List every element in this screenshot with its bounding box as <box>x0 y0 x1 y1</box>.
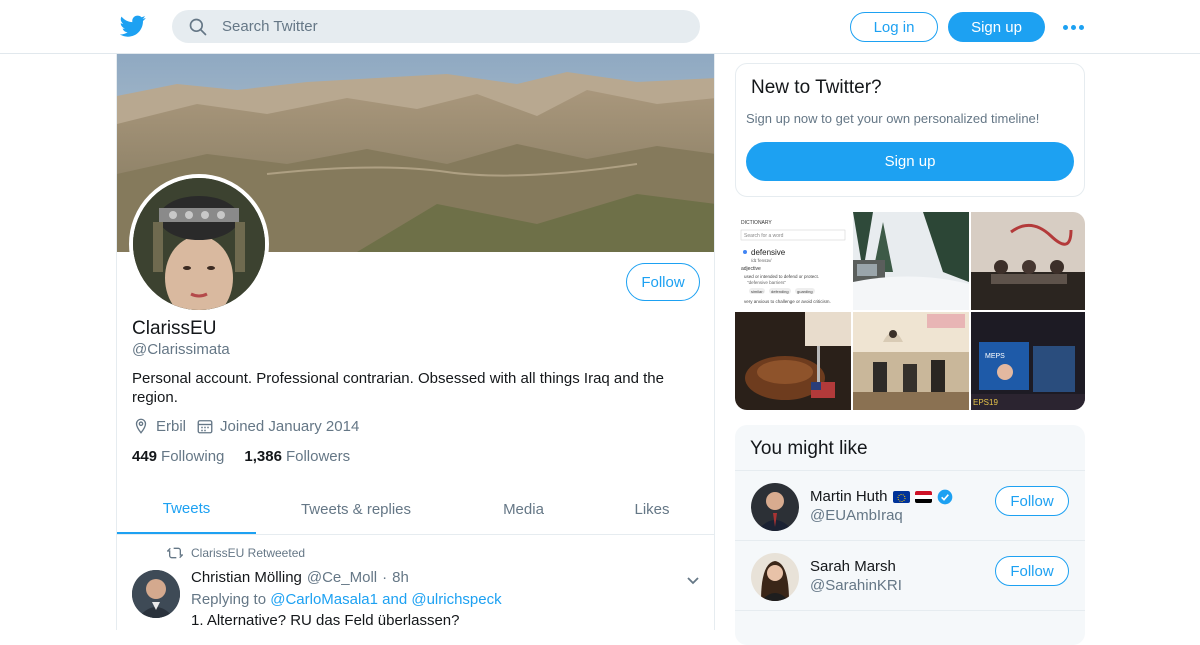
suggestion-handle: @EUAmbIraq <box>810 507 903 524</box>
location-icon <box>135 418 147 434</box>
following-link[interactable]: 449 Following <box>132 448 224 465</box>
retweet-indicator: ClarissEU Retweeted <box>167 546 305 560</box>
suggestion-avatar[interactable] <box>751 483 799 531</box>
profile-name: ClarissEU <box>132 318 217 339</box>
suggestion-handle: @SarahinKRI <box>810 577 902 594</box>
replying-to-line: Replying to @CarloMasala1 and @ulrichspe… <box>191 591 502 608</box>
profile-handle: @Clarissimata <box>132 341 230 358</box>
tweet-text: 1. Alternative? RU das Feld überlassen? <box>191 612 460 629</box>
media-tile-gathering[interactable] <box>853 312 969 410</box>
top-nav-bar: Log in Sign up <box>0 0 1200 54</box>
tweet-item[interactable]: ClarissEU Retweeted Christian Mölling @C… <box>117 536 714 630</box>
tile-event-sign-2: EPS19 <box>973 398 998 407</box>
search-input[interactable] <box>222 18 662 35</box>
iraq-flag-icon <box>914 490 932 503</box>
replying-prefix: Replying to <box>191 591 267 608</box>
tile-dictionary-header: DICTIONARY <box>741 220 772 226</box>
tile-event-sign-1: MEPS <box>985 353 1005 360</box>
suggestion-name-row: Sarah Marsh <box>810 558 896 575</box>
tile-dictionary-example: "defensive barriers" <box>747 280 786 285</box>
tile-dictionary-word: defensive <box>751 248 786 257</box>
suggestion-item[interactable]: Sarah Marsh @SarahinKRI Follow <box>735 541 1085 611</box>
suggestion-follow-button[interactable]: Follow <box>995 556 1069 586</box>
tile-dictionary-chip-2: defending <box>771 289 789 294</box>
follow-button[interactable]: Follow <box>626 263 700 301</box>
eu-flag-icon <box>892 490 910 503</box>
tweet-author-handle[interactable]: @Ce_Moll <box>307 569 377 586</box>
search-icon <box>189 18 207 35</box>
profile-location: Erbil <box>156 417 187 435</box>
signup-card-button[interactable]: Sign up <box>746 142 1074 181</box>
media-tile-dictionary[interactable]: DICTIONARY Search for a word defensive /… <box>735 212 851 310</box>
tile-dictionary-chip-1: similar: <box>751 289 764 294</box>
following-label: Following <box>161 448 225 465</box>
login-button[interactable]: Log in <box>850 12 938 42</box>
search-bar[interactable] <box>172 10 700 43</box>
retweet-label: ClarissEU Retweeted <box>191 546 306 560</box>
profile-bio: Personal account. Professional contraria… <box>132 370 664 406</box>
media-tile-roast[interactable] <box>735 312 851 410</box>
followers-label: Followers <box>285 448 351 465</box>
suggestion-name[interactable]: Martin Huth <box>810 488 888 505</box>
you-might-like-card: You might like Martin Huth @EUAmbIraq Fo… <box>735 425 1085 645</box>
retweet-icon <box>167 547 183 559</box>
tweet-header: Christian Mölling @Ce_Moll · 8h <box>191 569 409 586</box>
tab-likes[interactable]: Likes <box>591 484 713 534</box>
tile-dictionary-pos: adjective <box>741 266 761 272</box>
signup-button[interactable]: Sign up <box>948 12 1045 42</box>
tweet-separator: · <box>382 569 388 586</box>
media-tile-snow[interactable] <box>853 212 969 310</box>
suggestion-follow-button[interactable]: Follow <box>995 486 1069 516</box>
tile-dictionary-pronunciation: /dɪˈfensɪv/ <box>751 258 772 263</box>
media-tile-event-screen[interactable]: MEPS EPS19 <box>971 312 1085 410</box>
suggestion-avatar[interactable] <box>751 553 799 601</box>
tweet-timestamp[interactable]: 8h <box>392 569 409 586</box>
tile-dictionary-definition-1: used or intended to defend or protect. <box>744 274 819 279</box>
tile-dictionary-definition-2: very anxious to challenge or avoid criti… <box>744 299 831 304</box>
tweet-author-name[interactable]: Christian Mölling <box>191 569 302 586</box>
profile-column: Follow ClarissEU @Clarissimata Personal … <box>116 54 715 630</box>
followers-count: 1,386 <box>244 448 282 465</box>
tweet-author-avatar[interactable] <box>132 570 180 618</box>
new-to-twitter-subtitle: Sign up now to get your own personalized… <box>746 111 1040 126</box>
media-tile-conference[interactable] <box>971 212 1085 310</box>
suggestion-name-row: Martin Huth <box>810 488 953 505</box>
photos-videos-grid: DICTIONARY Search for a word defensive /… <box>735 212 1085 410</box>
tab-media[interactable]: Media <box>456 484 591 534</box>
tab-tweets[interactable]: Tweets <box>117 484 256 534</box>
replying-to-links[interactable]: @CarloMasala1 and @ulrichspeck <box>270 591 501 608</box>
following-count: 449 <box>132 448 158 465</box>
tab-tweets-replies[interactable]: Tweets & replies <box>256 484 456 534</box>
profile-avatar[interactable] <box>129 174 269 314</box>
you-might-like-title: You might like <box>750 438 868 459</box>
new-to-twitter-card: New to Twitter? Sign up now to get your … <box>735 63 1085 197</box>
followers-link[interactable]: 1,386 Followers <box>244 448 350 465</box>
profile-joined-date: Joined January 2014 <box>220 417 360 435</box>
calendar-icon <box>197 420 213 434</box>
new-to-twitter-title: New to Twitter? <box>751 77 882 98</box>
tile-dictionary-search: Search for a word <box>744 233 784 239</box>
chevron-down-icon[interactable] <box>685 572 701 588</box>
tile-dictionary-chip-3: guarding <box>797 289 813 294</box>
more-options-icon[interactable] <box>1063 18 1087 36</box>
profile-tabs: Tweets Tweets & replies Media Likes <box>117 484 714 535</box>
twitter-bird-icon[interactable] <box>120 13 146 39</box>
follow-counts: 449 Following 1,386 Followers <box>132 448 350 465</box>
suggestion-item[interactable]: Martin Huth @EUAmbIraq Follow <box>735 471 1085 541</box>
suggestion-name[interactable]: Sarah Marsh <box>810 558 896 575</box>
profile-meta: Erbil Joined January 2014 <box>132 417 359 435</box>
verified-badge-icon <box>937 489 952 504</box>
